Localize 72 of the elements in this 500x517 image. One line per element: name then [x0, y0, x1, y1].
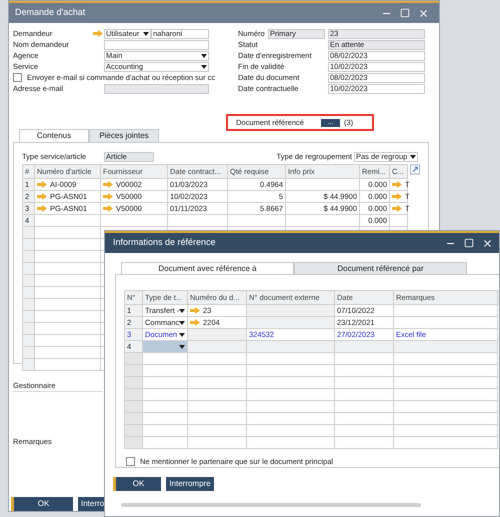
maximize-icon[interactable] [464, 238, 474, 248]
dialog-button[interactable]: Interrompre [166, 477, 214, 491]
link-arrow-icon[interactable] [93, 30, 103, 37]
table-cell [335, 425, 394, 437]
table-cell [35, 299, 101, 311]
checkbox[interactable] [126, 457, 135, 466]
window-title: Informations de référence [113, 236, 216, 250]
table-cell [390, 215, 408, 227]
table-cell [35, 359, 101, 371]
table-cell [35, 335, 101, 347]
caret-icon [201, 64, 207, 68]
tab[interactable]: Document référencé par [294, 262, 467, 274]
scrollbar[interactable] [121, 503, 421, 507]
window-title: Demande d'achat [15, 6, 86, 20]
table-cell [188, 329, 247, 341]
caret-icon [143, 32, 149, 36]
table-cell [335, 341, 394, 353]
caret-icon [179, 320, 186, 324]
table-cell [143, 353, 188, 365]
caret-icon [410, 154, 416, 158]
dialog-button[interactable]: OK [11, 497, 73, 511]
tab[interactable]: Contenus [19, 129, 89, 142]
table-cell [335, 401, 394, 413]
table-cell [228, 215, 286, 227]
dialog-button[interactable]: OK [113, 477, 161, 491]
table-cell [335, 413, 394, 425]
table-cell [188, 413, 247, 425]
table-cell [143, 401, 188, 413]
table-cell [188, 389, 247, 401]
table-cell [188, 365, 247, 377]
tab[interactable]: Pièces jointes [89, 129, 159, 142]
caret-icon [179, 344, 185, 348]
table-cell [143, 377, 188, 389]
table-cell [335, 377, 394, 389]
select-cell[interactable] [143, 341, 188, 353]
table-cell [188, 341, 247, 353]
table-cell [188, 401, 247, 413]
table-cell [35, 275, 101, 287]
table-cell [35, 227, 101, 239]
table-cell [35, 239, 101, 251]
table-cell [335, 353, 394, 365]
table-cell [335, 437, 394, 449]
table-cell [143, 413, 188, 425]
table-cell [143, 437, 188, 449]
checkbox[interactable] [13, 73, 22, 82]
table-cell [143, 365, 188, 377]
table-cell [35, 287, 101, 299]
table-cell [188, 425, 247, 437]
table-cell [35, 215, 101, 227]
table-cell [101, 215, 168, 227]
caret-icon [201, 54, 207, 58]
table-cell [143, 425, 188, 437]
table-cell [188, 353, 247, 365]
table-cell [35, 251, 101, 263]
expand-icon[interactable] [410, 164, 420, 175]
caret-icon [179, 308, 186, 312]
table-cell [35, 347, 101, 359]
table-cell [143, 389, 188, 401]
table-cell [35, 263, 101, 275]
table-cell [35, 311, 101, 323]
caret-icon [179, 332, 185, 336]
maximize-icon[interactable] [400, 8, 410, 18]
close-icon[interactable] [418, 8, 429, 18]
table-cell [188, 377, 247, 389]
close-icon[interactable] [482, 238, 493, 248]
input-field[interactable] [104, 40, 209, 50]
table-cell [35, 323, 101, 335]
table-cell [168, 215, 228, 227]
table-cell [188, 437, 247, 449]
table-cell [335, 389, 394, 401]
tab[interactable]: Document avec référence à [121, 262, 294, 274]
table-cell [335, 365, 394, 377]
